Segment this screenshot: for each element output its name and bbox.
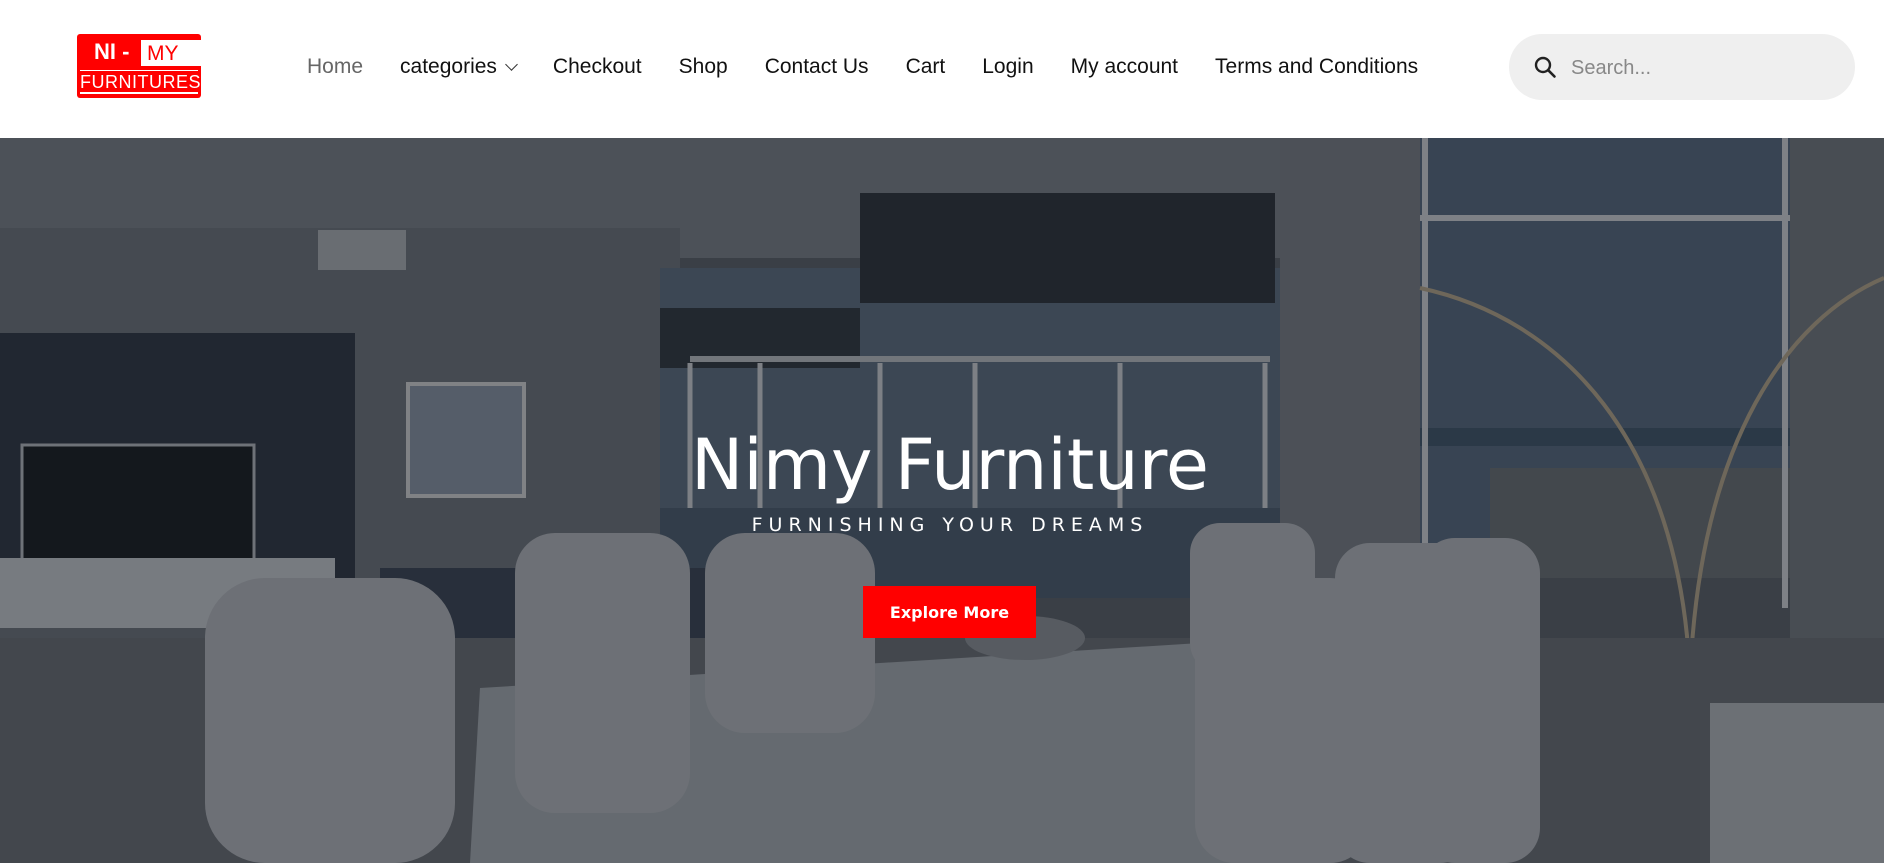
search-icon[interactable] xyxy=(1533,55,1557,79)
search-box[interactable] xyxy=(1509,34,1855,100)
nav-item-cart[interactable]: Cart xyxy=(906,55,946,79)
nav-item-label: categories xyxy=(400,55,497,78)
logo-furnitures-text: FURNITURES xyxy=(80,70,201,94)
hero-title: Nimy Furniture xyxy=(691,424,1209,506)
nav-item-categories[interactable]: categories xyxy=(400,55,518,79)
nav-item-my-account[interactable]: My account xyxy=(1071,55,1178,79)
logo-ni-text: NI - xyxy=(94,39,130,64)
brand-logo[interactable]: NI - MY FURNITURES xyxy=(77,34,201,98)
explore-more-button[interactable]: Explore More xyxy=(863,586,1036,638)
main-nav: Home categories Checkout Shop Contact Us… xyxy=(307,52,1455,82)
site-header: NI - MY FURNITURES Home categories Check… xyxy=(0,0,1884,138)
nav-item-label: Cart xyxy=(905,55,946,78)
hero-banner: Nimy Furniture FURNISHING YOUR DREAMS Ex… xyxy=(0,138,1884,863)
nav-item-shop[interactable]: Shop xyxy=(679,55,728,79)
nav-item-label: Shop xyxy=(678,55,728,78)
nav-item-login[interactable]: Login xyxy=(982,55,1033,79)
nav-item-label: Contact Us xyxy=(764,55,869,78)
nav-item-label: Checkout xyxy=(552,55,642,78)
nav-item-contact-us[interactable]: Contact Us xyxy=(765,55,869,79)
search-input[interactable] xyxy=(1569,50,1843,86)
nav-item-home[interactable]: Home xyxy=(307,55,363,79)
hero-subtitle: FURNISHING YOUR DREAMS xyxy=(751,514,1149,536)
chevron-down-icon xyxy=(505,57,518,71)
nav-item-terms[interactable]: Terms and Conditions xyxy=(1215,55,1418,79)
logo-my-text: MY xyxy=(147,42,179,65)
nav-item-label: Terms and Conditions xyxy=(1215,55,1419,78)
nav-item-label: Login xyxy=(982,55,1034,78)
nav-item-label: Home xyxy=(307,55,364,78)
logo-top-row: NI - MY xyxy=(77,38,201,66)
nav-item-label: My account xyxy=(1070,55,1179,78)
nav-item-checkout[interactable]: Checkout xyxy=(553,55,642,79)
